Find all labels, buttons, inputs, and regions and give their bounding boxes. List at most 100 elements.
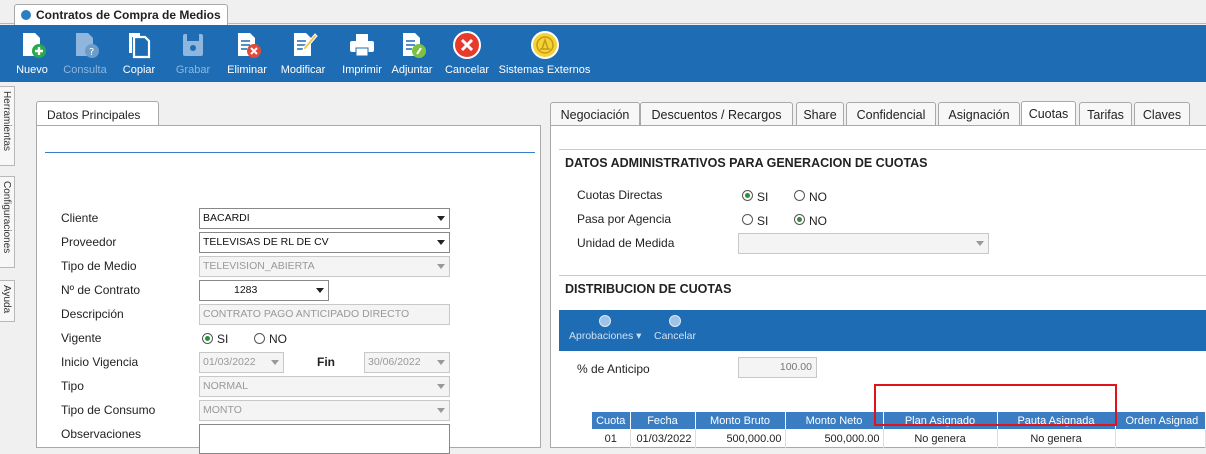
main-data-panel: Datos Principales Cliente BACARDI Provee… bbox=[36, 101, 541, 454]
cuotas-directas-si-label: SI bbox=[757, 190, 769, 204]
consulta-button[interactable]: ? Consulta bbox=[60, 27, 110, 79]
cancel-circle-icon bbox=[453, 31, 481, 59]
cell-plan-asignado: No genera bbox=[883, 429, 998, 448]
printer-icon bbox=[350, 34, 374, 57]
chevron-down-icon bbox=[437, 360, 445, 365]
cell-orden-asignada bbox=[1115, 429, 1206, 448]
tipo-label: Tipo bbox=[61, 379, 84, 393]
num-contrato-label: Nº de Contrato bbox=[61, 283, 141, 297]
print-button[interactable]: Imprimir bbox=[336, 27, 388, 79]
descripcion-field[interactable]: CONTRATO PAGO ANTICIPADO DIRECTO bbox=[199, 304, 450, 325]
tab-cuotas[interactable]: Cuotas bbox=[1021, 101, 1076, 126]
tipo-medio-label: Tipo de Medio bbox=[61, 259, 137, 273]
vigente-no-radio[interactable] bbox=[254, 333, 265, 344]
pasa-agencia-label: Pasa por Agencia bbox=[577, 212, 672, 226]
main-data-body: Cliente BACARDI Proveedor TELEVISAS DE R… bbox=[36, 125, 541, 454]
chevron-down-icon bbox=[976, 241, 984, 246]
document-tab-title: Contratos de Compra de Medios bbox=[36, 8, 221, 22]
side-tabs: Herramientas Configuraciones Ayuda bbox=[0, 82, 16, 448]
proveedor-select[interactable]: TELEVISAS DE RL DE CV bbox=[199, 232, 450, 253]
table-row[interactable]: 01 01/03/2022 500,000.00 500,000.00 No g… bbox=[592, 429, 1206, 448]
proveedor-label: Proveedor bbox=[61, 235, 117, 249]
aprobaciones-button[interactable]: Aprobaciones ▾ bbox=[569, 315, 641, 342]
col-monto-neto[interactable]: Monto Neto bbox=[785, 412, 884, 429]
section-divider bbox=[559, 149, 1206, 150]
tipo-consumo-label: Tipo de Consumo bbox=[61, 403, 156, 417]
inicio-vigencia-label: Inicio Vigencia bbox=[61, 355, 139, 369]
num-contrato-select[interactable]: 1283 bbox=[199, 280, 329, 301]
chevron-down-icon bbox=[437, 264, 445, 269]
document-tab[interactable]: Contratos de Compra de Medios bbox=[14, 4, 228, 25]
tipo-select[interactable]: NORMAL bbox=[199, 376, 450, 397]
col-orden-asignada[interactable]: Orden Asignad bbox=[1115, 412, 1206, 429]
section-divider bbox=[45, 152, 535, 153]
new-button[interactable]: Nuevo bbox=[12, 27, 52, 79]
section-divider bbox=[559, 275, 1206, 276]
vigente-si-radio[interactable] bbox=[202, 333, 213, 344]
tab-claves[interactable]: Claves bbox=[1134, 102, 1190, 126]
tab-datos-principales[interactable]: Datos Principales bbox=[36, 101, 159, 126]
tipo-medio-select[interactable]: TELEVISION_ABIERTA bbox=[199, 256, 450, 277]
inicio-vigencia-date[interactable]: 01/03/2022 bbox=[199, 352, 284, 373]
tab-descuentos-recargos[interactable]: Descuentos / Recargos bbox=[640, 102, 793, 126]
cliente-select[interactable]: BACARDI bbox=[199, 208, 450, 229]
fin-date[interactable]: 30/06/2022 bbox=[364, 352, 450, 373]
unidad-medida-select[interactable] bbox=[738, 233, 989, 254]
cuotas-directas-no-label: NO bbox=[809, 190, 827, 204]
external-systems-button[interactable]: Sistemas Externos bbox=[497, 27, 592, 79]
unidad-medida-label: Unidad de Medida bbox=[577, 236, 675, 250]
col-monto-bruto[interactable]: Monto Bruto bbox=[695, 412, 786, 429]
tab-asignacion[interactable]: Asignación bbox=[938, 102, 1020, 126]
cuotas-directas-no-radio[interactable] bbox=[794, 190, 805, 201]
document-tabstrip: Contratos de Compra de Medios bbox=[0, 0, 1206, 25]
pasa-agencia-si-radio[interactable] bbox=[742, 214, 753, 225]
cell-cuota: 01 bbox=[592, 429, 631, 448]
attach-document-icon bbox=[403, 33, 426, 58]
delete-document-icon bbox=[238, 33, 261, 58]
chevron-down-icon bbox=[437, 384, 445, 389]
cancel-button[interactable]: Cancelar bbox=[443, 27, 491, 79]
section-title-distribucion: DISTRIBUCION DE CUOTAS bbox=[565, 282, 732, 296]
side-tab-herramientas[interactable]: Herramientas bbox=[0, 86, 15, 166]
observaciones-textarea[interactable] bbox=[199, 424, 450, 454]
col-fecha[interactable]: Fecha bbox=[630, 412, 696, 429]
cell-monto-neto: 500,000.00 bbox=[785, 429, 884, 448]
fin-label: Fin bbox=[317, 355, 335, 369]
save-button[interactable]: Grabar bbox=[172, 27, 214, 79]
approvals-icon bbox=[599, 315, 612, 327]
chevron-down-icon bbox=[437, 216, 445, 221]
anticipo-field[interactable]: 100.00 bbox=[738, 357, 817, 378]
tipo-consumo-select[interactable]: MONTO bbox=[199, 400, 450, 421]
modify-button[interactable]: Modificar bbox=[278, 27, 328, 79]
chevron-down-icon bbox=[437, 240, 445, 245]
descripcion-label: Descripción bbox=[61, 307, 124, 321]
main-toolbar: Nuevo ? Consulta Copiar Grabar Eliminar … bbox=[0, 25, 1206, 82]
external-systems-icon bbox=[530, 31, 559, 59]
save-disk-icon bbox=[183, 34, 203, 56]
cuotas-subtoolbar: Aprobaciones ▾ Cancelar bbox=[559, 310, 1206, 351]
chevron-down-icon bbox=[316, 288, 324, 293]
tab-confidencial[interactable]: Confidencial bbox=[846, 102, 936, 126]
tab-negociacion[interactable]: Negociación bbox=[550, 102, 640, 126]
anticipo-label: % de Anticipo bbox=[577, 362, 650, 376]
tab-share[interactable]: Share bbox=[796, 102, 844, 126]
cancel-circle-icon bbox=[669, 315, 682, 327]
copy-button[interactable]: Copiar bbox=[118, 27, 160, 79]
vigente-label: Vigente bbox=[61, 331, 102, 345]
vigente-si-label: SI bbox=[217, 332, 229, 346]
col-cuota[interactable]: Cuota bbox=[592, 412, 631, 429]
vigente-no-label: NO bbox=[269, 332, 287, 346]
subtoolbar-cancel-button[interactable]: Cancelar bbox=[654, 315, 696, 342]
cuotas-directas-si-radio[interactable] bbox=[742, 190, 753, 201]
pasa-agencia-no-radio[interactable] bbox=[794, 214, 805, 225]
copy-icon bbox=[129, 33, 151, 59]
attach-button[interactable]: Adjuntar bbox=[389, 27, 435, 79]
pasa-agencia-si-label: SI bbox=[757, 214, 769, 228]
side-tab-ayuda[interactable]: Ayuda bbox=[0, 280, 15, 322]
svg-text:?: ? bbox=[89, 47, 94, 58]
tab-tarifas[interactable]: Tarifas bbox=[1079, 102, 1132, 126]
cell-fecha: 01/03/2022 bbox=[630, 429, 696, 448]
delete-button[interactable]: Eliminar bbox=[225, 27, 269, 79]
side-tab-configuraciones[interactable]: Configuraciones bbox=[0, 176, 15, 268]
chevron-down-icon bbox=[437, 408, 445, 413]
